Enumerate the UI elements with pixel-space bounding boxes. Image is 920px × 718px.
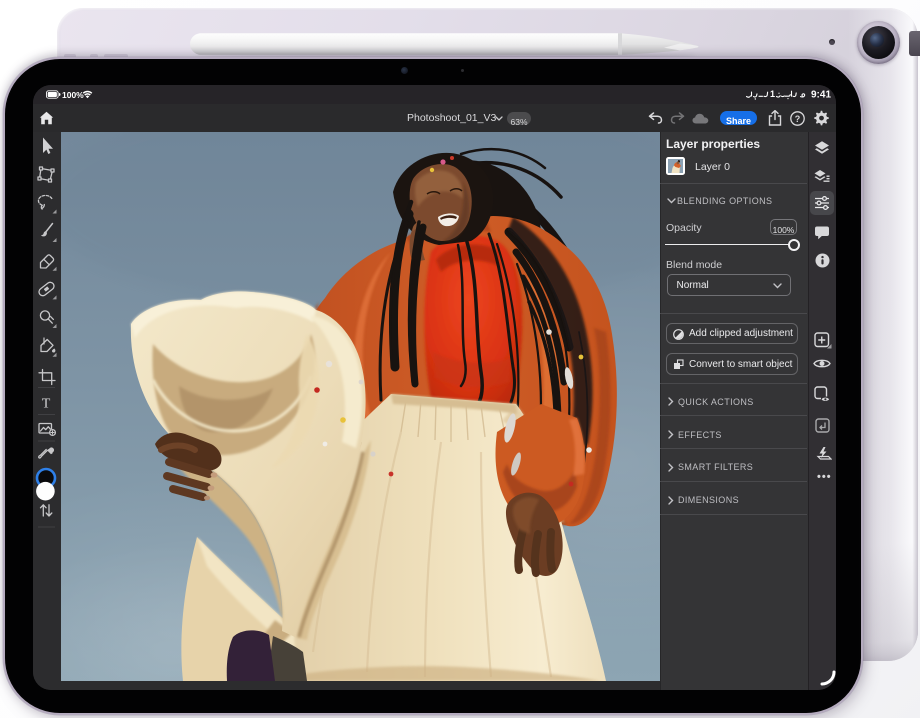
- svg-text:1: 1: [770, 89, 775, 99]
- svg-text:T: T: [42, 397, 51, 412]
- svg-text:9:41: 9:41: [811, 90, 831, 101]
- svg-text:?: ?: [795, 113, 801, 123]
